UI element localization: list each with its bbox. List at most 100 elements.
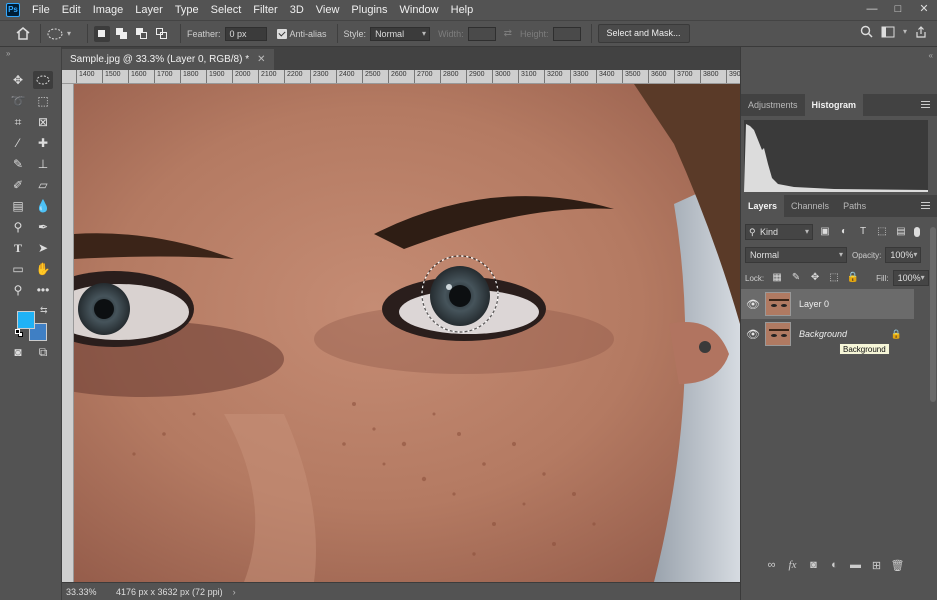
elliptical-marquee-tool-icon[interactable] bbox=[33, 71, 53, 89]
tool-preset-picker[interactable]: ▾ bbox=[47, 24, 81, 44]
tab-histogram[interactable]: Histogram bbox=[804, 94, 864, 116]
menu-3d[interactable]: 3D bbox=[284, 0, 310, 20]
search-icon[interactable] bbox=[860, 25, 873, 38]
collapse-icon[interactable]: » bbox=[6, 49, 10, 58]
fill-input[interactable]: 100% ▾ bbox=[892, 270, 929, 286]
path-selection-tool-icon[interactable]: ➤ bbox=[33, 239, 53, 257]
menu-filter[interactable]: Filter bbox=[247, 0, 283, 20]
antialias-checkbox[interactable] bbox=[276, 28, 287, 39]
close-icon[interactable]: ✕ bbox=[257, 49, 265, 70]
pixel-filter-icon[interactable]: ▣ bbox=[818, 225, 832, 239]
blend-mode-select[interactable]: Normal ▾ bbox=[745, 247, 847, 263]
move-tool-icon[interactable]: ✥ bbox=[8, 71, 28, 89]
share-icon[interactable] bbox=[915, 25, 927, 38]
shape-filter-icon[interactable]: ⬚ bbox=[875, 225, 889, 239]
new-group-icon[interactable]: ▬ bbox=[845, 559, 866, 575]
layer-style-icon[interactable]: fx bbox=[782, 559, 803, 575]
healing-brush-tool-icon[interactable]: ✚ bbox=[33, 134, 53, 152]
workspace-icon[interactable] bbox=[881, 26, 895, 38]
chevron-down-icon[interactable]: ▾ bbox=[903, 27, 907, 36]
adjustment-filter-icon[interactable]: ◐ bbox=[837, 225, 851, 239]
add-to-selection-button[interactable] bbox=[114, 26, 130, 42]
quick-mask-icon[interactable]: ◙ bbox=[8, 343, 28, 361]
swap-icon[interactable]: ⇄ bbox=[504, 28, 512, 39]
panel-menu-icon[interactable] bbox=[921, 101, 930, 108]
foreground-color-swatch[interactable] bbox=[17, 311, 35, 329]
style-select[interactable]: Normal ▾ bbox=[370, 26, 431, 41]
feather-input[interactable]: 0 px bbox=[224, 26, 267, 41]
menu-type[interactable]: Type bbox=[169, 0, 205, 20]
lock-artboard-icon[interactable]: ⬚ bbox=[827, 271, 841, 285]
add-mask-icon[interactable]: ◙ bbox=[803, 559, 824, 575]
tab-channels[interactable]: Channels bbox=[784, 195, 836, 217]
tab-layers[interactable]: Layers bbox=[741, 195, 785, 217]
document-tab[interactable]: Sample.jpg @ 33.3% (Layer 0, RGB/8) * ✕ bbox=[62, 49, 274, 70]
menu-edit[interactable]: Edit bbox=[56, 0, 87, 20]
lock-transparent-icon[interactable]: ▦ bbox=[770, 271, 784, 285]
maximize-button[interactable]: □ bbox=[885, 0, 911, 20]
height-input[interactable] bbox=[552, 26, 581, 41]
rectangle-tool-icon[interactable]: ▭ bbox=[8, 260, 28, 278]
filter-toggle[interactable] bbox=[914, 227, 920, 237]
eye-icon[interactable]: 👁 bbox=[741, 328, 765, 341]
panel-menu-icon[interactable] bbox=[921, 202, 930, 209]
history-brush-tool-icon[interactable]: ✐ bbox=[8, 176, 28, 194]
menu-file[interactable]: File bbox=[26, 0, 56, 20]
pen-tool-icon[interactable]: ✒ bbox=[33, 218, 53, 236]
intersect-selection-button[interactable] bbox=[154, 26, 170, 42]
lock-all-icon[interactable]: 🔒 bbox=[846, 271, 860, 285]
layer-name[interactable]: Layer 0 bbox=[799, 299, 829, 309]
type-tool-icon[interactable]: T bbox=[8, 239, 28, 257]
hand-tool-icon[interactable]: ✋ bbox=[33, 260, 53, 278]
eye-icon[interactable]: 👁 bbox=[741, 298, 765, 311]
link-layers-icon[interactable]: ∞ bbox=[761, 559, 782, 575]
crop-tool-icon[interactable]: ⌗ bbox=[8, 113, 28, 131]
type-filter-icon[interactable]: T bbox=[856, 225, 870, 239]
smart-object-filter-icon[interactable]: ▤ bbox=[894, 225, 908, 239]
delete-layer-icon[interactable]: 🗑 bbox=[887, 559, 908, 575]
chevron-right-icon[interactable]: › bbox=[233, 587, 236, 597]
image-canvas[interactable] bbox=[74, 84, 740, 582]
clone-stamp-tool-icon[interactable]: ⊥ bbox=[33, 155, 53, 173]
lock-position-icon[interactable]: ✥ bbox=[808, 271, 822, 285]
zoom-tool-icon[interactable]: ⚲ bbox=[8, 281, 28, 299]
dodge-tool-icon[interactable]: ⚲ bbox=[8, 218, 28, 236]
menu-image[interactable]: Image bbox=[87, 0, 130, 20]
minimize-button[interactable]: — bbox=[859, 0, 885, 20]
swap-colors-icon[interactable]: ⇆ bbox=[40, 305, 48, 316]
menu-layer[interactable]: Layer bbox=[129, 0, 169, 20]
new-selection-button[interactable] bbox=[94, 25, 110, 42]
brush-tool-icon[interactable]: ✎ bbox=[8, 155, 28, 173]
close-button[interactable]: ✕ bbox=[911, 0, 937, 20]
menu-select[interactable]: Select bbox=[205, 0, 248, 20]
gradient-tool-icon[interactable]: ▤ bbox=[8, 197, 28, 215]
layer-name[interactable]: Background bbox=[799, 329, 847, 339]
new-adjustment-layer-icon[interactable]: ◐ bbox=[824, 559, 845, 575]
zoom-level[interactable]: 33.33% bbox=[62, 587, 100, 597]
eraser-tool-icon[interactable]: ▱ bbox=[33, 176, 53, 194]
subtract-from-selection-button[interactable] bbox=[134, 26, 150, 42]
layer-row-layer-0[interactable]: 👁 Layer 0 bbox=[741, 289, 914, 319]
layers-scrollbar[interactable] bbox=[930, 227, 936, 402]
frame-tool-icon[interactable]: ⊠ bbox=[33, 113, 53, 131]
collapse-panels-icon[interactable]: « bbox=[929, 51, 933, 60]
more-tools-icon[interactable]: ••• bbox=[33, 281, 53, 299]
home-icon[interactable] bbox=[12, 24, 34, 44]
tab-paths[interactable]: Paths bbox=[836, 195, 873, 217]
opacity-input[interactable]: 100% ▾ bbox=[885, 247, 922, 263]
tab-adjustments[interactable]: Adjustments bbox=[741, 94, 805, 116]
layer-kind-filter[interactable]: ⚲ Kind ▾ bbox=[745, 224, 813, 240]
menu-view[interactable]: View bbox=[310, 0, 346, 20]
menu-help[interactable]: Help bbox=[445, 0, 480, 20]
default-colors-icon[interactable] bbox=[15, 329, 23, 337]
blur-tool-icon[interactable]: 💧 bbox=[33, 197, 53, 215]
eyedropper-tool-icon[interactable]: ⁄ bbox=[8, 134, 28, 152]
select-and-mask-button[interactable]: Select and Mask... bbox=[597, 24, 690, 43]
menu-window[interactable]: Window bbox=[394, 0, 445, 20]
lasso-tool-icon[interactable]: ➰ bbox=[8, 92, 28, 110]
object-selection-tool-icon[interactable]: ⬚ bbox=[33, 92, 53, 110]
screen-mode-icon[interactable]: ⧉ bbox=[33, 343, 53, 361]
width-input[interactable] bbox=[467, 26, 496, 41]
lock-pixels-icon[interactable]: ✎ bbox=[789, 271, 803, 285]
new-layer-icon[interactable]: ⊞ bbox=[866, 559, 887, 575]
